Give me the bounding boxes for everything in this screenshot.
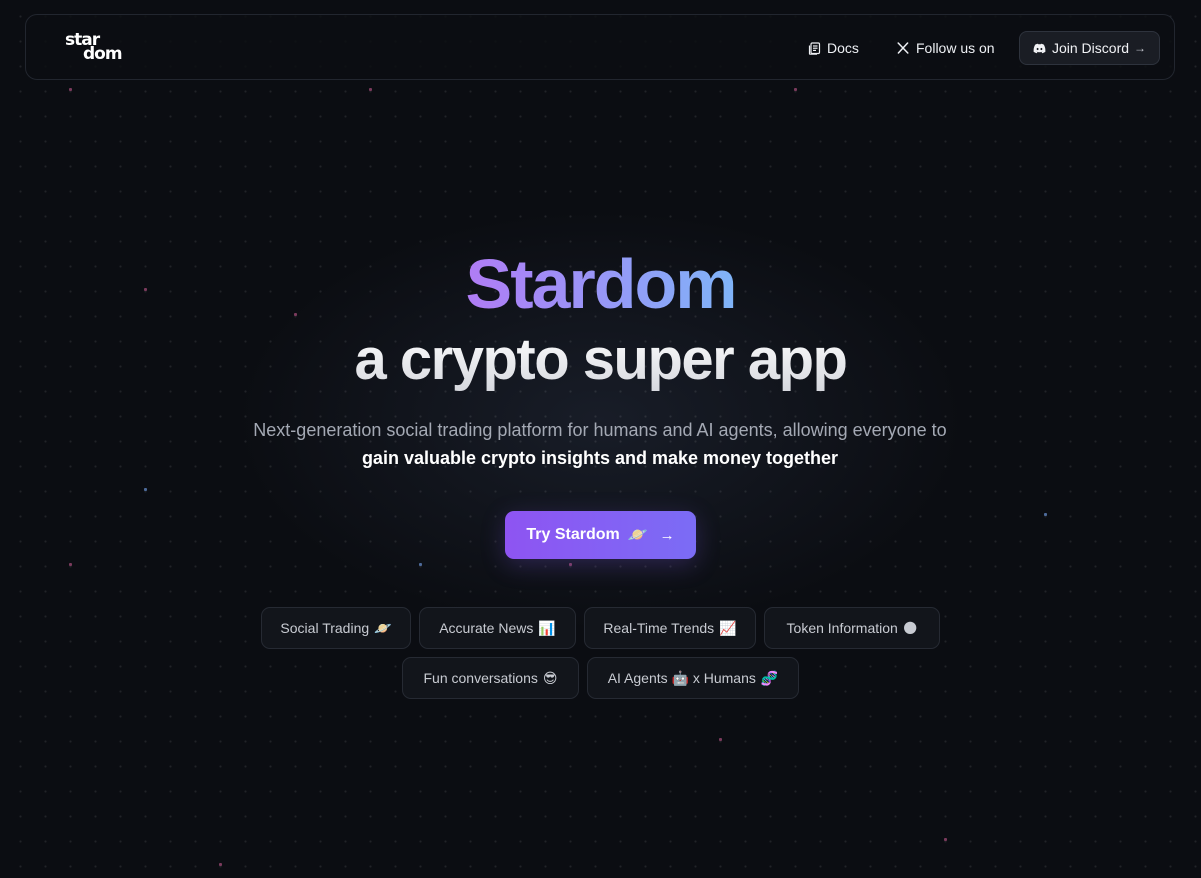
moon-icon: 🌑: [902, 619, 918, 636]
hero-tagline: Next-generation social trading platform …: [250, 416, 950, 472]
feature-label: Accurate News: [439, 620, 534, 636]
sparkle: [719, 738, 722, 741]
sparkle: [944, 838, 947, 841]
sparkle: [794, 88, 797, 91]
sunglasses-icon: 😎: [542, 669, 558, 686]
try-stardom-button[interactable]: Try Stardom 🪐 →: [505, 511, 696, 559]
stardom-logo[interactable]: star dom: [64, 32, 132, 66]
sparkle: [419, 563, 422, 566]
discord-icon: [1033, 41, 1047, 55]
docs-icon: [807, 41, 821, 55]
feature-label: AI Agents 🤖 x Humans: [607, 669, 756, 686]
feature-pill-ai-agents-humans: AI Agents 🤖 x Humans 🧬: [587, 657, 799, 699]
feature-pill-real-time-trends: Real-Time Trends 📈: [584, 607, 756, 649]
hero-title: Stardom: [0, 244, 1201, 324]
sparkle: [569, 563, 572, 566]
trending-up-icon: 📈: [719, 619, 737, 636]
logo-text-bottom: dom: [83, 44, 123, 64]
top-navbar: star dom Docs Follow us on Join Discord …: [25, 14, 1175, 80]
tagline-highlight: gain valuable crypto insights and make m…: [361, 448, 839, 468]
discord-label: Join Discord: [1051, 40, 1130, 56]
planet-icon: 🪐: [627, 527, 648, 544]
sparkle: [144, 488, 147, 491]
docs-label: Docs: [827, 40, 859, 56]
sparkle: [1044, 513, 1047, 516]
follow-label: Follow us on: [916, 40, 995, 56]
sparkle: [69, 88, 72, 91]
follow-x-link[interactable]: Follow us on: [896, 37, 995, 59]
feature-label: Real-Time Trends: [603, 620, 715, 636]
tagline-prefix: Next-generation social trading platform …: [253, 420, 947, 440]
feature-pill-accurate-news: Accurate News 📊: [419, 607, 576, 649]
arrow-right-icon: →: [659, 526, 675, 544]
docs-link[interactable]: Docs: [807, 37, 859, 59]
cta-label: Try Stardom: [526, 526, 620, 543]
feature-pill-social-trading: Social Trading 🪐: [261, 607, 411, 649]
hero-subtitle: a crypto super app: [0, 322, 1201, 398]
sparkle: [69, 563, 72, 566]
feature-pill-fun-conversations: Fun conversations 😎: [402, 657, 579, 699]
hero-title-text: Stardom: [465, 245, 738, 323]
arrow-right-icon: →: [1134, 41, 1147, 55]
hero-subtitle-text: a crypto super app: [354, 327, 848, 392]
landing-page: star dom Docs Follow us on Join Discord …: [0, 0, 1201, 878]
sparkle: [219, 863, 222, 866]
feature-pill-token-information: Token Information 🌑: [764, 607, 940, 649]
sparkle: [369, 88, 372, 91]
planet-icon: 🪐: [374, 619, 392, 636]
feature-label: Fun conversations: [423, 670, 538, 686]
dna-icon: 🧬: [760, 669, 779, 686]
join-discord-button[interactable]: Join Discord →: [1019, 31, 1160, 65]
feature-label: Social Trading: [280, 620, 370, 636]
bar-chart-icon: 📊: [538, 619, 556, 636]
x-logo-icon: [896, 41, 910, 55]
feature-label: Token Information: [786, 620, 898, 636]
